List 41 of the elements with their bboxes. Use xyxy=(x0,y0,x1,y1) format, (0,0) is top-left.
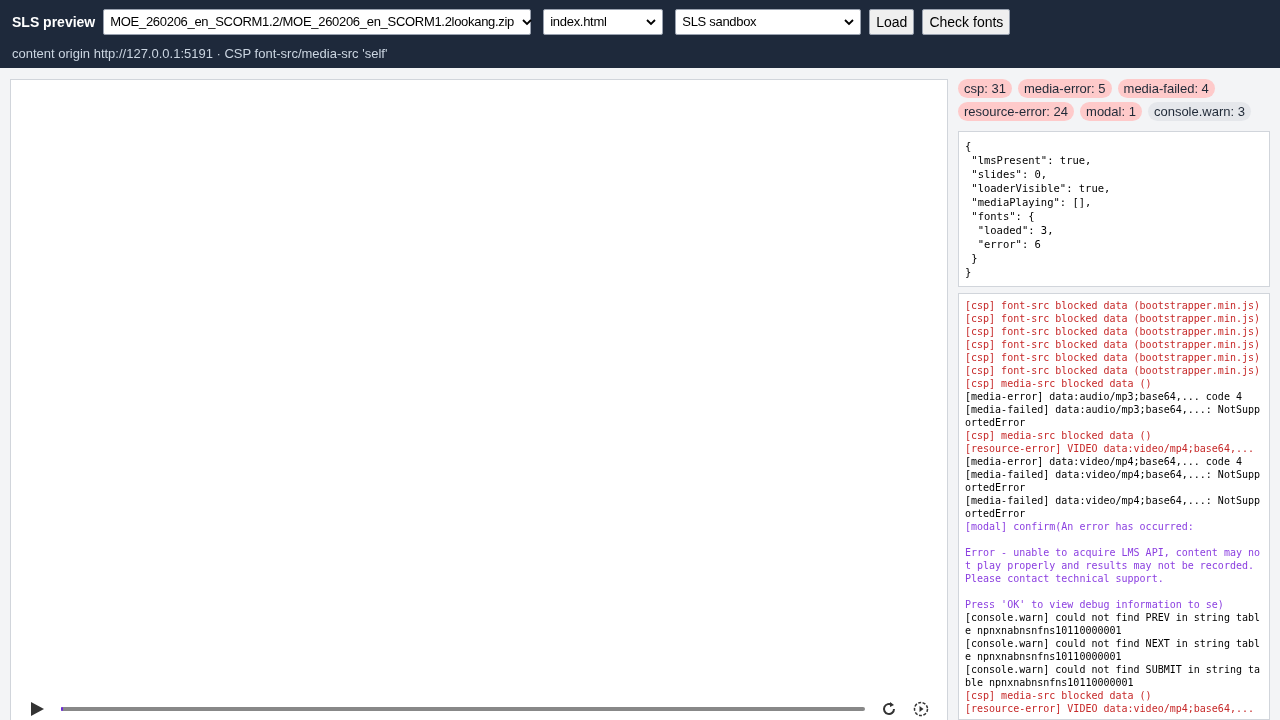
load-button[interactable]: Load xyxy=(869,9,915,35)
counter-badge: modal: 1 xyxy=(1080,102,1142,121)
counter-badge: media-failed: 4 xyxy=(1117,79,1215,98)
chevron-down-icon xyxy=(522,18,533,26)
log-entry: [console.warn] could not find NEXT in string table npnxnabnsnfns10110000001 xyxy=(965,637,1261,663)
log-entry: [csp] font-src blocked data (bootstrapper.min.js) xyxy=(965,312,1261,325)
origin-note: content origin http://127.0.0.1:5191 · CSP font-src/media-src 'self' xyxy=(12,45,389,63)
log-entry: [resource-error] VIDEO data:video/mp4;base64,... xyxy=(965,702,1255,715)
chevron-down-icon xyxy=(844,18,855,26)
log-entry: [csp] media-src blocked data () xyxy=(965,377,1153,390)
log-entry: [media-failed] data:audio/mp3;base64,...: NotSupportedError xyxy=(965,403,1261,429)
log-entry: [modal] confirm(An error has occurred: Error - unable to acquire LMS API, content may not play properly and results may not be recorded. Please contact technical support. Press 'OK' to view debug information to se) xyxy=(965,520,1261,611)
counter-badge: media-error: 5 xyxy=(1017,79,1112,98)
counter-badge: csp: 31 xyxy=(958,79,1012,98)
check-fonts-button[interactable]: Check fonts xyxy=(922,9,1011,35)
chevron-down-icon xyxy=(646,18,657,26)
log-entry: [media-error] data:video/mp4;base64,... code 4 xyxy=(965,455,1243,468)
state-json: { "lmsPresent": true, "slides": 0, "loaderVisible": true, "mediaPlaying": [], "fonts": { "loaded": 3, "error": 6 } } xyxy=(958,131,1270,287)
progress-track[interactable] xyxy=(61,707,865,711)
log-entry: [csp] font-src blocked data (bootstrapper.min.js) xyxy=(965,325,1261,338)
mode-select[interactable]: SLS sandbox xyxy=(675,9,862,35)
log-entry: [csp] font-src blocked data (bootstrapper.min.js) xyxy=(965,364,1261,377)
replay-icon[interactable] xyxy=(881,701,897,717)
log-entry: [console.warn] could not find SUBMIT in string table npnxnabnsnfns10110000001 xyxy=(965,663,1261,689)
play-icon[interactable] xyxy=(29,701,45,717)
log-entry: [csp] font-src blocked data (bootstrapper.min.js) xyxy=(965,338,1261,351)
page-select[interactable]: index.html xyxy=(543,9,664,35)
counter-badge: console.warn: 3 xyxy=(1147,102,1251,121)
log-entry: [media-failed] data:video/mp4;base64,...: NotSupportedError xyxy=(965,494,1261,520)
log-entry: [csp] media-src blocked data () xyxy=(965,689,1153,702)
log-entry: [console.warn] could not find PREV in string table npnxnabnsnfns10110000001 xyxy=(965,611,1261,637)
counter-badge: resource-error: 24 xyxy=(958,102,1075,121)
circle-play-icon[interactable] xyxy=(913,701,929,717)
log-entry: [media-error] data:audio/mp3;base64,... code 4 xyxy=(965,390,1243,403)
app-title: SLS preview xyxy=(12,12,96,32)
log-entry: [csp] font-src blocked data (bootstrapper.min.js) xyxy=(965,299,1261,312)
log-entry: [resource-error] VIDEO data:video/mp4;base64,... xyxy=(965,442,1255,455)
package-select[interactable]: MOE_260206_en_SCORM1.2/MOE_260206_en_SCORM1.2lookang.zip xyxy=(103,9,532,35)
log-entry: [csp] media-src blocked data () xyxy=(965,429,1153,442)
log-entry: [csp] font-src blocked data (bootstrapper.min.js) xyxy=(965,351,1261,364)
log-entry: [media-failed] data:video/mp4;base64,...: NotSupportedError xyxy=(965,468,1261,494)
